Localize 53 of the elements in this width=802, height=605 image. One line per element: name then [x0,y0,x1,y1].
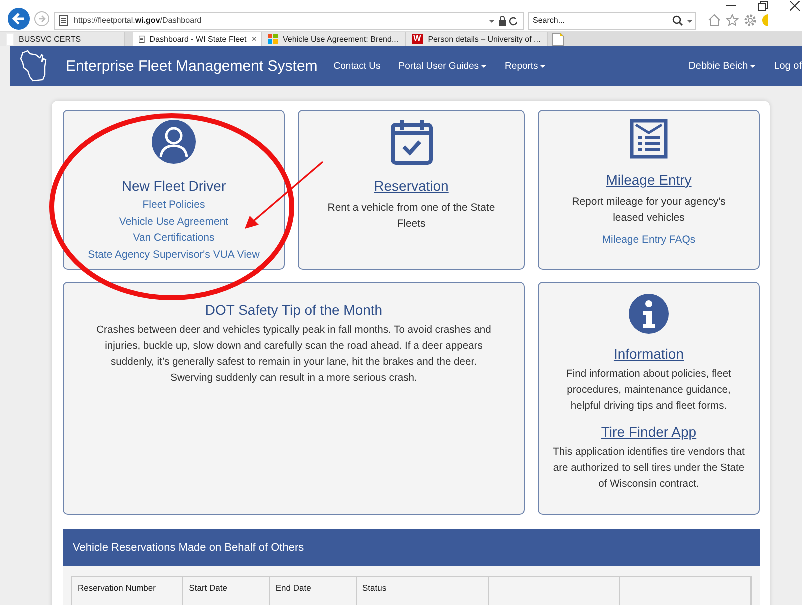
user-menu[interactable]: Debbie Beich [688,60,756,72]
caret-icon [750,64,756,68]
column-header[interactable]: End Date [270,577,357,605]
tip-text: Crashes between deer and vehicles typically peak in fall months. To avoid crashes and injuries, buckle up, slow down and carefully scan the road ahead. If a deer appears suddenly, it’s generally safest to remain in your lane, hit the brakes and the deer. Swerving suddenly can result in a more serious crash. [96,324,492,386]
logout-link[interactable]: Log of [774,60,802,72]
page-icon [59,15,68,26]
home-icon[interactable] [708,14,721,27]
caret-icon [481,64,488,68]
star-icon[interactable] [726,14,739,27]
calendar-check-icon [390,119,432,165]
card-description: This application identifies tire vendors that are authorized to sell tires under the State of Wisconsin contract. [552,446,746,492]
app-title[interactable]: Enterprise Fleet Management System [66,58,318,74]
browser-tab[interactable]: Vehicle Use Agreement: Brend... [262,32,406,46]
card-link[interactable]: Vehicle Use Agreement [88,214,260,230]
lock-refresh-icon[interactable] [489,16,519,26]
browser-tab[interactable]: BUSSVC CERTS [0,32,125,46]
column-header[interactable]: Start Date [183,577,270,605]
search-field[interactable]: Search... [528,12,696,30]
person-icon [151,119,197,165]
browser-tab[interactable]: W Person details – University of ... [406,32,548,46]
card-title-link[interactable]: Tire Finder App [601,423,697,441]
card-link[interactable]: State Agency Supervisor's VUA View [88,246,260,263]
card-link[interactable]: Van Certifications [88,230,260,246]
card-title-link[interactable]: Mileage Entry [606,171,692,189]
site-logo: W [412,34,424,44]
back-icon[interactable] [8,8,30,30]
column-header[interactable]: Reservation Number [72,577,184,605]
card-title-link[interactable]: Information [614,345,684,363]
column-header[interactable]: Status [356,577,490,605]
page-icon [139,34,145,44]
card-description: Find information about policies, fleet procedures, maintenance guidance, helpful driving tips and fleet forms. [566,368,732,414]
card-title: DOT Safety Tip of the Month [205,301,383,319]
new-tab-icon[interactable] [552,33,564,46]
card-description: Report mileage for your agency's leased vehicles [571,195,727,226]
browser-tab[interactable]: Dashboard - WI State Fleet × [133,32,262,46]
card-link[interactable]: Mileage Entry FAQs [602,232,696,248]
caret-icon [540,64,546,68]
document-list-icon [630,119,668,159]
tiles-icon [268,34,278,44]
url-text: https://fleetportal.wi.gov/Dashboard [74,16,203,25]
card-title-link[interactable]: Reservation [374,177,449,195]
tab-close-button[interactable]: × [252,34,257,44]
nav-link[interactable]: Reports [505,60,546,72]
address-bar[interactable]: https://fleetportal.wi.gov/Dashboard [54,12,524,30]
restore-icon[interactable] [758,1,768,11]
card-description: Rent a vehicle from one of the State Fleets [326,201,496,232]
close-icon[interactable] [790,1,800,11]
section-header: Vehicle Reservations Made on Behalf of Others [63,529,760,566]
card-link[interactable]: Fleet Policies [88,197,260,214]
nav-link[interactable]: Portal User Guides [398,60,488,72]
info-icon [628,293,670,335]
nav-link[interactable]: Contact Us [334,60,381,72]
card-title: New Fleet Driver [122,177,226,195]
